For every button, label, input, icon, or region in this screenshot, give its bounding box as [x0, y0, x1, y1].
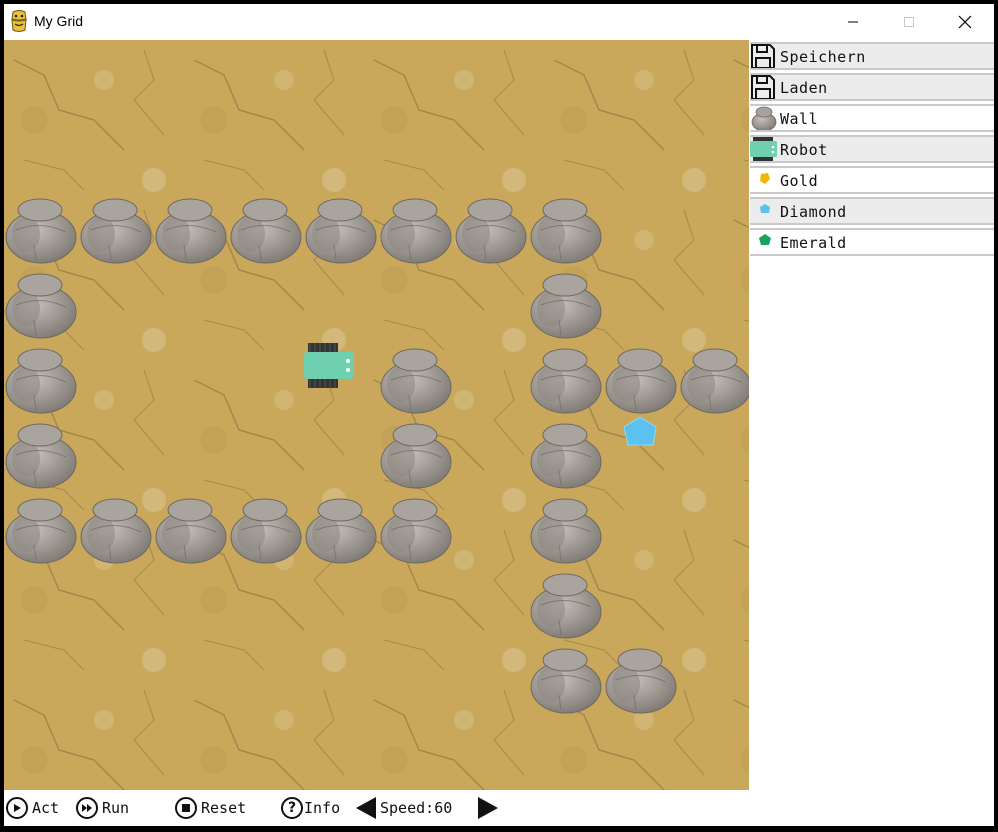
reset-label: Reset: [201, 799, 247, 817]
speed-label: Speed:: [380, 799, 435, 817]
run-label: Run: [102, 799, 130, 817]
title-bar: My Grid: [4, 4, 994, 40]
save-label: Speichern: [780, 48, 866, 66]
fast-forward-icon: [76, 797, 98, 819]
load-button[interactable]: Laden: [750, 73, 994, 101]
act-button[interactable]: Act: [6, 796, 59, 820]
robot-label: Robot: [780, 141, 828, 159]
maximize-icon: [904, 17, 914, 27]
diamond-icon: [760, 204, 770, 213]
load-icon: [751, 75, 775, 99]
info-button[interactable]: ? Info: [281, 796, 340, 820]
help-icon: ?: [281, 797, 303, 819]
close-icon: [958, 15, 972, 29]
left-arrow-icon: [356, 797, 376, 819]
wall-label: Wall: [780, 110, 819, 128]
emerald-icon: [759, 234, 771, 245]
tool-emerald[interactable]: Emerald: [750, 228, 994, 256]
grid-board[interactable]: [4, 40, 749, 790]
python-icon: [11, 10, 27, 32]
speed-decrease-button[interactable]: [354, 796, 378, 820]
play-icon: [6, 797, 28, 819]
rock-icon: [751, 106, 777, 130]
speed-increase-button[interactable]: [476, 796, 500, 820]
grid-canvas[interactable]: [4, 40, 749, 790]
save-button[interactable]: Speichern: [750, 42, 994, 70]
minimize-icon: [848, 21, 858, 23]
sidebar: Speichern Laden Wall Robot Gold Diamond …: [749, 40, 994, 790]
run-button[interactable]: Run: [76, 796, 129, 820]
robot-icon: [750, 137, 777, 161]
toolbar: Act Run Reset ? Info Speed: 60: [4, 790, 994, 826]
load-label: Laden: [780, 79, 828, 97]
save-icon: [751, 44, 775, 68]
minimize-button[interactable]: [830, 4, 876, 40]
tool-wall[interactable]: Wall: [750, 104, 994, 132]
diamond-label: Diamond: [780, 203, 847, 221]
tool-gold[interactable]: Gold: [750, 166, 994, 194]
close-button[interactable]: [942, 4, 988, 40]
tool-diamond[interactable]: Diamond: [750, 197, 994, 225]
emerald-label: Emerald: [780, 234, 847, 252]
gold-icon: [760, 173, 770, 184]
info-label: Info: [304, 799, 341, 817]
act-label: Act: [32, 799, 60, 817]
maximize-button[interactable]: [886, 4, 932, 40]
window-title: My Grid: [34, 13, 83, 29]
speed-value: 60: [434, 799, 453, 817]
app-window: My Grid Speichern Laden Wall Robot Gold …: [4, 4, 994, 826]
right-arrow-icon: [478, 797, 498, 819]
reset-button[interactable]: Reset: [175, 796, 246, 820]
stop-icon: [175, 797, 197, 819]
gold-label: Gold: [780, 172, 819, 190]
speed-control: Speed: 60: [378, 796, 452, 820]
tool-robot[interactable]: Robot: [750, 135, 994, 163]
